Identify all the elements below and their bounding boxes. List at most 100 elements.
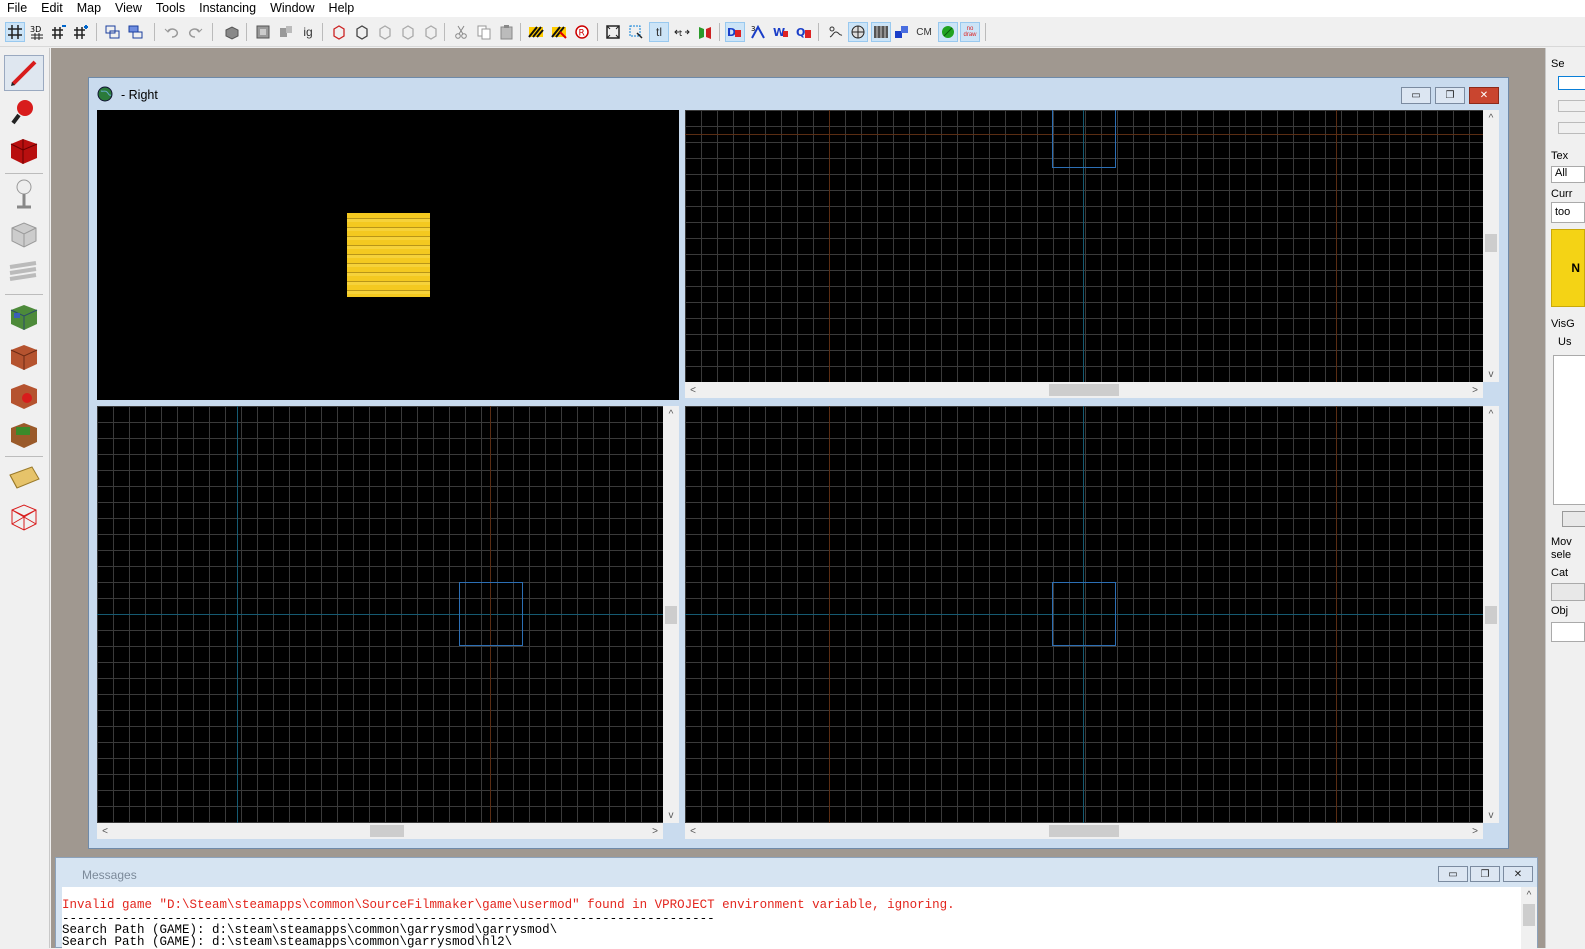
- blocks-icon[interactable]: [892, 22, 912, 42]
- group-icon[interactable]: [103, 22, 123, 42]
- ignore-groups-icon[interactable]: ig: [298, 22, 318, 42]
- messages-log[interactable]: Invalid game "D:\Steam\steamapps\common\…: [62, 887, 1523, 949]
- visgroups-button[interactable]: [1562, 511, 1585, 527]
- cut-icon[interactable]: [451, 22, 471, 42]
- scroll-down-icon[interactable]: v: [1483, 366, 1499, 382]
- texture-browser-icon[interactable]: R: [572, 22, 592, 42]
- path-tool-icon[interactable]: [4, 499, 44, 535]
- arrow-toggle-icon[interactable]: t: [672, 22, 692, 42]
- clip-tool-icon[interactable]: [4, 416, 44, 452]
- undo-icon[interactable]: [162, 22, 182, 42]
- sphere-icon[interactable]: [848, 22, 868, 42]
- paste-icon[interactable]: [497, 22, 517, 42]
- scroll-up-icon[interactable]: ^: [1521, 887, 1537, 903]
- visgroups-user-tab[interactable]: Us: [1558, 336, 1571, 348]
- grid-smaller-icon[interactable]: [49, 22, 69, 42]
- view-path-icon[interactable]: 3: [748, 22, 768, 42]
- menu-view[interactable]: View: [108, 0, 149, 17]
- selected-brush-side[interactable]: [459, 582, 523, 646]
- grid-toggle-icon[interactable]: [5, 22, 25, 42]
- scroll-left-icon[interactable]: <: [97, 823, 113, 839]
- menu-window[interactable]: Window: [263, 0, 321, 17]
- carve-icon[interactable]: [222, 22, 242, 42]
- grid-shade-icon[interactable]: [871, 22, 891, 42]
- camera-tool-icon[interactable]: [4, 133, 44, 169]
- view-red-icon[interactable]: Q: [794, 22, 814, 42]
- selection-cube-gray-3-icon[interactable]: [421, 22, 441, 42]
- menu-tools[interactable]: Tools: [149, 0, 192, 17]
- map-window-titlebar[interactable]: - Right ▭ ❐ ✕: [89, 78, 1508, 108]
- scroll-up-icon[interactable]: ^: [1483, 110, 1499, 126]
- hide-unselected-icon[interactable]: [276, 22, 296, 42]
- texture-lock-icon[interactable]: [526, 22, 546, 42]
- side-view-vscroll[interactable]: ^ v: [663, 406, 679, 823]
- objects-select[interactable]: [1551, 622, 1585, 642]
- front-view-hscroll[interactable]: < >: [685, 823, 1483, 839]
- scroll-down-icon[interactable]: v: [663, 807, 679, 823]
- view-world-icon[interactable]: W: [771, 22, 791, 42]
- selection-cube-gray-2-icon[interactable]: [398, 22, 418, 42]
- leaf-icon[interactable]: [938, 22, 958, 42]
- hide-selection-icon[interactable]: [253, 22, 273, 42]
- category-select[interactable]: [1551, 583, 1585, 601]
- texture-app-tool-icon[interactable]: [4, 254, 44, 290]
- view-model-icon[interactable]: D: [725, 22, 745, 42]
- select-tool-icon[interactable]: [626, 22, 646, 42]
- texture-group-select[interactable]: All: [1551, 166, 1585, 183]
- cm-icon[interactable]: CM: [913, 22, 935, 42]
- top-view-vscroll[interactable]: ^ v: [1483, 110, 1499, 382]
- selection-box-icon[interactable]: [603, 22, 623, 42]
- top-view-hscroll[interactable]: < >: [685, 382, 1483, 398]
- menu-map[interactable]: Map: [70, 0, 108, 17]
- copy-icon[interactable]: [474, 22, 494, 42]
- selected-brush-top[interactable]: [1052, 110, 1116, 168]
- magnify-tool-icon[interactable]: [4, 94, 44, 130]
- nodraw-icon[interactable]: no draw: [960, 22, 980, 42]
- scroll-left-icon[interactable]: <: [685, 823, 701, 839]
- grid-larger-icon[interactable]: [71, 22, 91, 42]
- select-button[interactable]: [1558, 76, 1585, 90]
- cordon-icon[interactable]: [825, 22, 845, 42]
- close-button[interactable]: ✕: [1469, 87, 1499, 104]
- messages-close-button[interactable]: ✕: [1503, 866, 1533, 882]
- scroll-right-icon[interactable]: >: [1467, 823, 1483, 839]
- scroll-up-icon[interactable]: ^: [1483, 406, 1499, 422]
- viewport-2d-front[interactable]: [685, 406, 1483, 823]
- text-label-icon[interactable]: tl: [649, 22, 669, 42]
- restore-button[interactable]: ❐: [1435, 87, 1465, 104]
- select-option-2[interactable]: [1558, 100, 1585, 112]
- menu-edit[interactable]: Edit: [34, 0, 70, 17]
- scroll-left-icon[interactable]: <: [685, 382, 701, 398]
- redo-icon[interactable]: [185, 22, 205, 42]
- apply-texture-tool-icon[interactable]: [4, 298, 44, 334]
- side-view-hscroll[interactable]: < >: [97, 823, 663, 839]
- scroll-down-icon[interactable]: v: [1483, 807, 1499, 823]
- minimize-button[interactable]: ▭: [1401, 87, 1431, 104]
- selected-brush-front[interactable]: [1052, 582, 1116, 646]
- scroll-up-icon[interactable]: ^: [663, 406, 679, 422]
- current-texture-field[interactable]: too: [1551, 202, 1585, 223]
- selection-red-cube-icon[interactable]: [329, 22, 349, 42]
- viewport-2d-top[interactable]: [685, 110, 1483, 382]
- texture-scale-lock-icon[interactable]: [549, 22, 569, 42]
- selection-tool-icon[interactable]: [4, 55, 44, 91]
- flip-icon[interactable]: [695, 22, 715, 42]
- scroll-right-icon[interactable]: >: [647, 823, 663, 839]
- menu-file[interactable]: File: [0, 0, 34, 17]
- messages-minimize-button[interactable]: ▭: [1438, 866, 1468, 882]
- selection-cube-gray-1-icon[interactable]: [375, 22, 395, 42]
- apply-decal-tool-icon[interactable]: [4, 338, 44, 374]
- viewport-3d-camera[interactable]: [97, 110, 679, 400]
- viewport-2d-side[interactable]: [97, 406, 663, 823]
- menu-help[interactable]: Help: [322, 0, 362, 17]
- front-view-vscroll[interactable]: ^ v: [1483, 406, 1499, 823]
- menu-instancing[interactable]: Instancing: [192, 0, 263, 17]
- entity-tool-icon[interactable]: [4, 176, 44, 212]
- overlay-tool-icon[interactable]: [4, 377, 44, 413]
- visgroups-list[interactable]: [1553, 355, 1585, 505]
- 3d-grid-icon[interactable]: 3D: [27, 22, 47, 42]
- scroll-right-icon[interactable]: >: [1467, 382, 1483, 398]
- vertex-tool-icon[interactable]: [4, 460, 44, 496]
- messages-vscroll[interactable]: ^: [1521, 887, 1537, 949]
- ungroup-icon[interactable]: [126, 22, 146, 42]
